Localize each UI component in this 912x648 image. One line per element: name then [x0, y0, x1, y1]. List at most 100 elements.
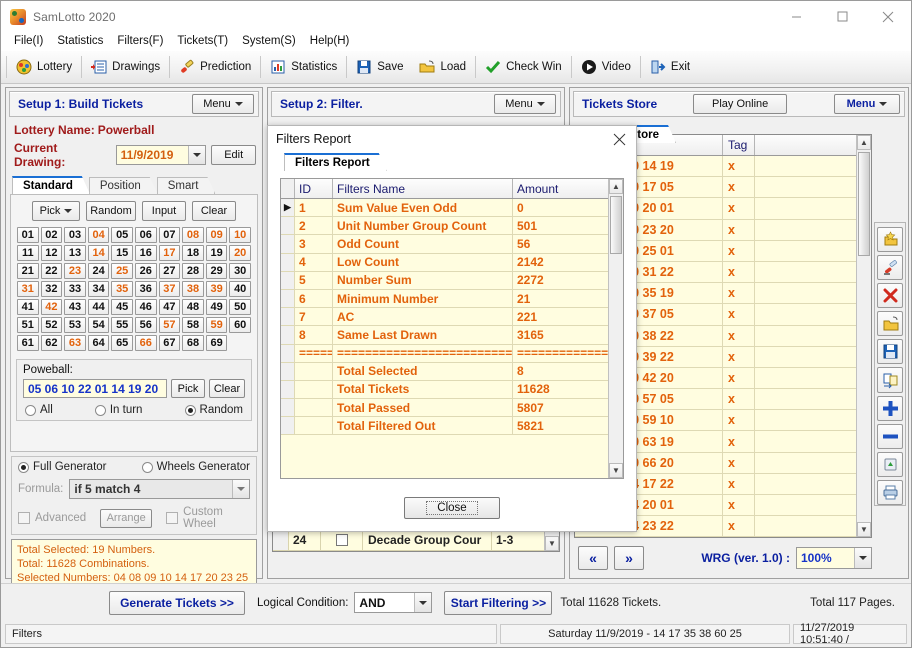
number-cell[interactable]: 04	[87, 227, 110, 243]
custom-wheel-checkbox[interactable]: Custom Wheel	[166, 506, 250, 530]
next-page-button[interactable]: »	[614, 546, 644, 570]
number-cell[interactable]: 21	[17, 263, 39, 279]
number-cell[interactable]: 06	[135, 227, 157, 243]
number-cell[interactable]: 37	[158, 281, 181, 297]
number-cell[interactable]: 12	[40, 245, 63, 261]
number-cell[interactable]: 52	[40, 317, 63, 333]
toolbar-statistics-button[interactable]: Statistics	[262, 54, 345, 80]
generate-tickets-button[interactable]: Generate Tickets >>	[109, 590, 245, 615]
minus-icon[interactable]	[877, 423, 903, 449]
tickets-vertical-scrollbar[interactable]: ▲ ▼	[856, 135, 871, 537]
number-cell[interactable]: 65	[111, 335, 133, 351]
zoom-combo[interactable]: 100%	[796, 547, 872, 569]
number-cell[interactable]: 02	[40, 227, 63, 243]
report-row[interactable]: 2 Unit Number Group Count 501	[281, 217, 608, 236]
maximize-icon[interactable]	[819, 1, 865, 32]
number-cell[interactable]: 24	[87, 263, 110, 279]
dialog-close-button[interactable]: Close	[404, 497, 500, 519]
advanced-checkbox[interactable]: Advanced	[18, 512, 86, 524]
number-cell[interactable]: 11	[17, 245, 39, 261]
number-cell[interactable]: 35	[111, 281, 133, 297]
number-cell[interactable]: 29	[205, 263, 228, 279]
number-cell[interactable]: 61	[17, 335, 39, 351]
number-cell[interactable]: 38	[182, 281, 204, 297]
checkbox[interactable]	[335, 533, 348, 546]
number-cell[interactable]: 64	[87, 335, 110, 351]
toolbar-checkwin-button[interactable]: Check Win	[477, 54, 570, 80]
toolbar-exit-button[interactable]: Exit	[642, 54, 698, 80]
radio-in-turn[interactable]: In turn	[94, 404, 142, 416]
scroll-down-icon[interactable]: ▼	[609, 463, 623, 478]
plus-icon[interactable]	[877, 395, 903, 421]
number-cell[interactable]: 47	[158, 299, 181, 315]
marker-pen-icon[interactable]	[877, 255, 903, 281]
number-cell[interactable]: 15	[111, 245, 133, 261]
filter-checkbox-cell[interactable]	[321, 529, 363, 550]
random-button[interactable]: Random	[86, 201, 136, 221]
number-cell[interactable]: 05	[111, 227, 133, 243]
report-row[interactable]: Total Tickets 11628	[281, 380, 608, 400]
number-cell[interactable]: 27	[158, 263, 181, 279]
minimize-icon[interactable]	[773, 1, 819, 32]
recycle-icon[interactable]	[877, 451, 903, 477]
number-cell[interactable]: 62	[40, 335, 63, 351]
pick-dropdown-button[interactable]: Pick	[32, 201, 80, 221]
menu-file[interactable]: File(I)	[9, 34, 52, 49]
toolbar-prediction-button[interactable]: Prediction	[171, 54, 259, 80]
number-cell[interactable]: 08	[182, 227, 204, 243]
number-cell[interactable]: 55	[111, 317, 133, 333]
report-row[interactable]: Total Passed 5807	[281, 399, 608, 418]
number-cell[interactable]: 53	[64, 317, 86, 333]
chevron-down-icon[interactable]	[854, 548, 871, 568]
number-cell[interactable]: 32	[40, 281, 63, 297]
chevron-down-icon[interactable]	[188, 146, 206, 164]
start-filtering-button[interactable]: Start Filtering >>	[444, 590, 553, 615]
scroll-up-icon[interactable]: ▲	[857, 135, 871, 150]
number-cell[interactable]: 48	[182, 299, 204, 315]
print-icon[interactable]	[877, 479, 903, 505]
number-cell[interactable]: 01	[17, 227, 39, 243]
close-icon[interactable]	[865, 1, 911, 32]
number-cell[interactable]: 43	[64, 299, 86, 315]
copy-page-icon[interactable]	[877, 367, 903, 393]
play-online-button[interactable]: Play Online	[693, 94, 788, 114]
setup2-menu-button[interactable]: Menu	[494, 94, 556, 114]
menu-tickets[interactable]: Tickets(T)	[172, 34, 237, 49]
save-floppy-icon[interactable]	[877, 339, 903, 365]
number-cell[interactable]: 03	[64, 227, 86, 243]
number-cell[interactable]: 69	[205, 335, 228, 351]
number-cell[interactable]: 58	[182, 317, 204, 333]
number-cell[interactable]: 30	[229, 263, 251, 279]
clear-button[interactable]: Clear	[192, 201, 236, 221]
report-row[interactable]: 5 Number Sum 2272	[281, 271, 608, 290]
number-cell[interactable]: 19	[205, 245, 228, 261]
number-cell[interactable]: 56	[135, 317, 157, 333]
number-cell[interactable]: 28	[182, 263, 204, 279]
number-cell[interactable]: 63	[64, 335, 86, 351]
arrange-button[interactable]: Arrange	[100, 508, 153, 528]
number-cell[interactable]: 13	[64, 245, 86, 261]
filter-row[interactable]: 24 Decade Group Cour 1-3	[273, 529, 544, 551]
number-cell[interactable]: 10	[229, 227, 251, 243]
report-row[interactable]: Total Filtered Out 5821	[281, 417, 608, 436]
number-cell[interactable]: 31	[17, 281, 39, 297]
number-cell[interactable]: 66	[135, 335, 157, 351]
number-cell[interactable]: 39	[205, 281, 228, 297]
number-cell[interactable]: 23	[64, 263, 86, 279]
delete-x-icon[interactable]	[877, 283, 903, 309]
toolbar-video-button[interactable]: Video	[573, 54, 639, 80]
number-cell[interactable]: 44	[87, 299, 110, 315]
report-row[interactable]: Total Selected 8	[281, 362, 608, 381]
store-menu-button[interactable]: Menu	[834, 94, 900, 114]
number-cell[interactable]: 25	[111, 263, 133, 279]
menu-filters[interactable]: Filters(F)	[112, 34, 172, 49]
number-cell[interactable]: 40	[229, 281, 251, 297]
toolbar-save-button[interactable]: Save	[348, 54, 411, 80]
radio-all[interactable]: All	[25, 404, 53, 416]
poweball-pick-button[interactable]: Pick	[171, 379, 205, 398]
report-row[interactable]: 4 Low Count 2142	[281, 253, 608, 272]
chevron-down-icon[interactable]	[414, 593, 432, 612]
report-row[interactable]: 3 Odd Count 56	[281, 235, 608, 254]
tab-smart[interactable]: Smart	[157, 177, 216, 194]
number-cell[interactable]: 57	[158, 317, 181, 333]
